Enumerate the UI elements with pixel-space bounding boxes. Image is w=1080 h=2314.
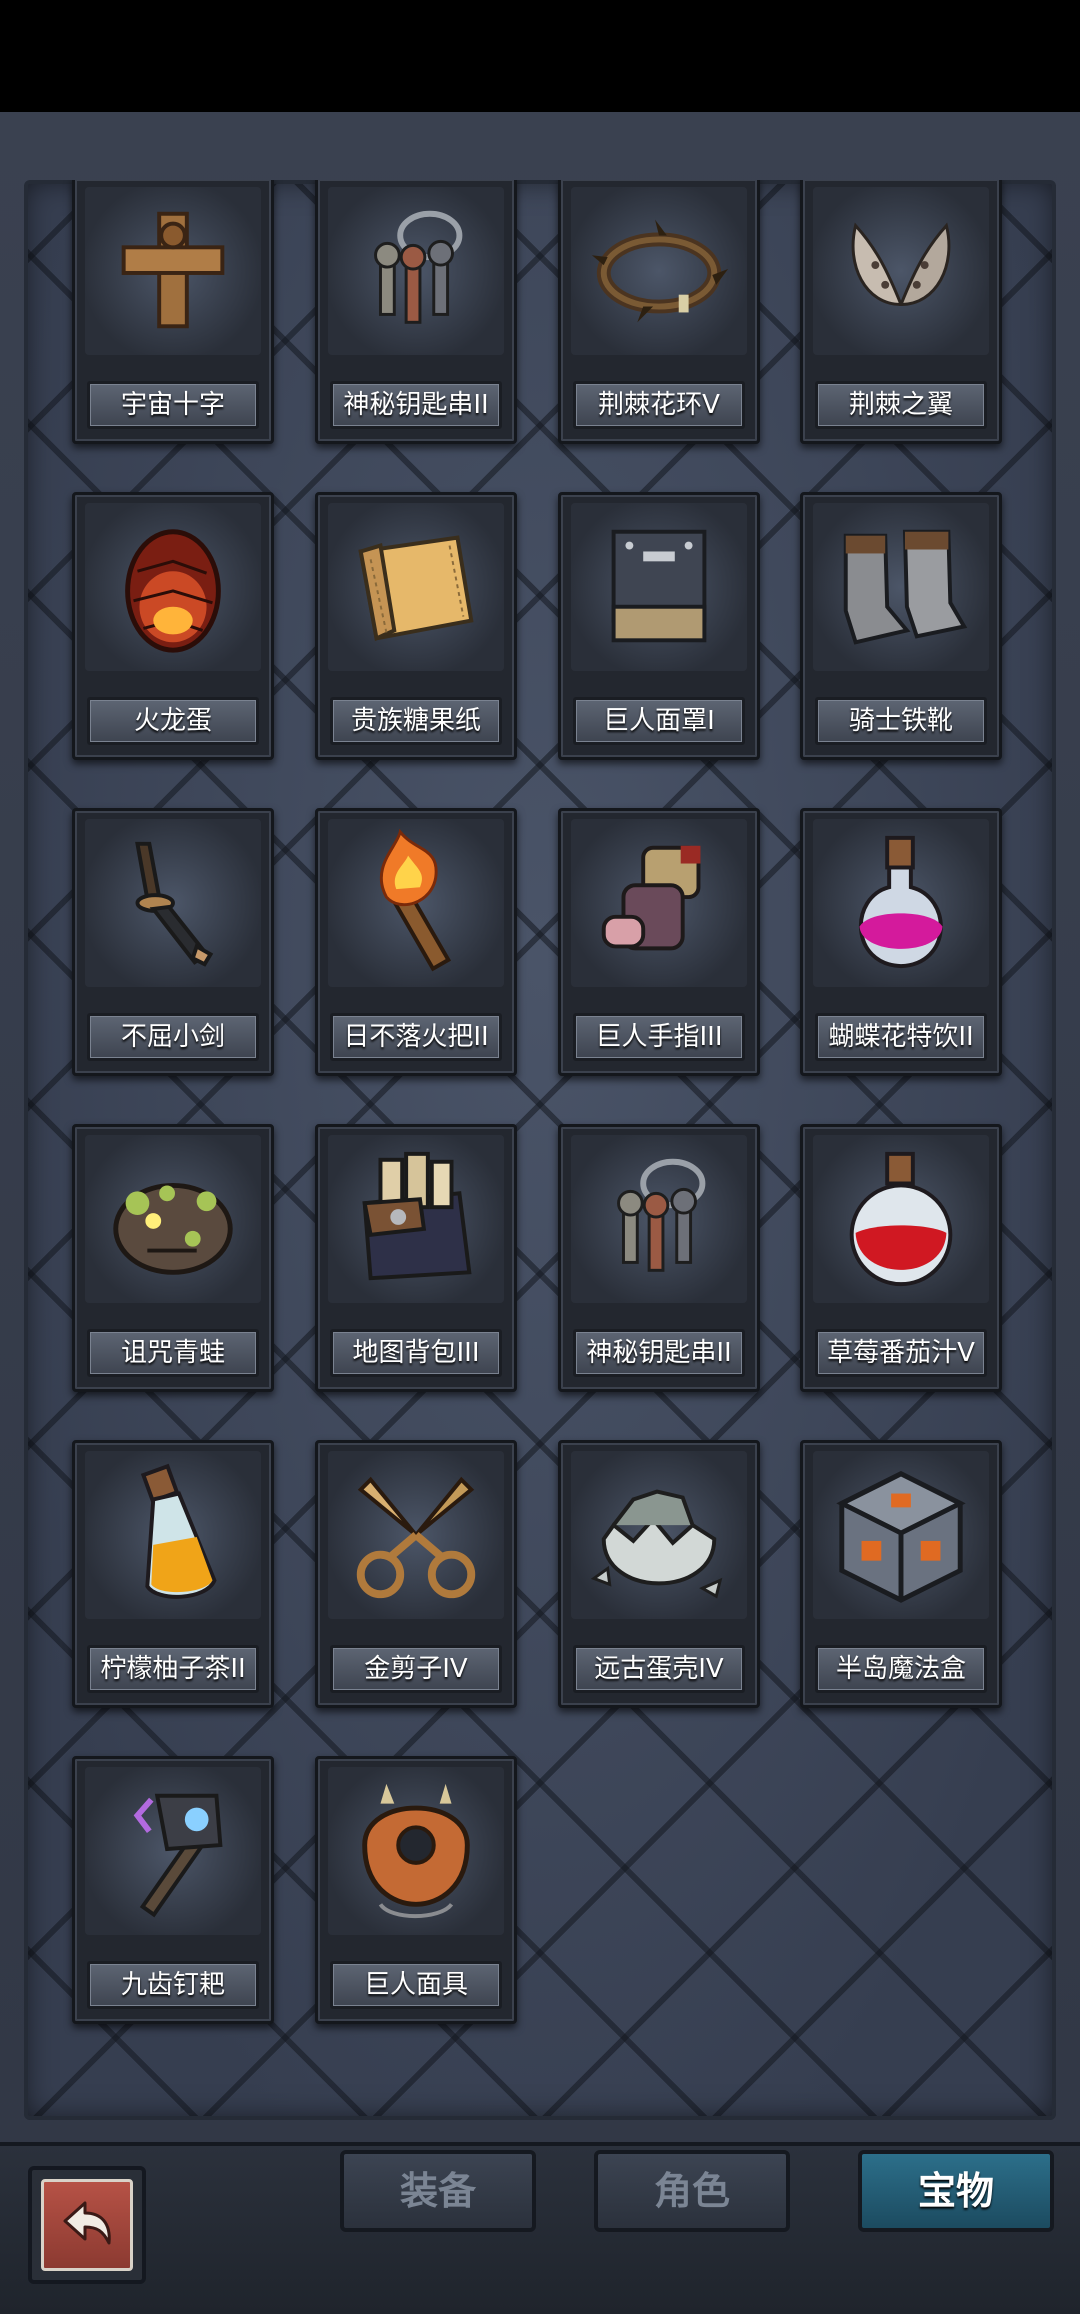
treasure-grid[interactable]: 宇宙十字 神秘钥匙串II 荆棘花环V 荆棘之翼 火龙蛋 贵族糖果纸 巨人面罩I 骑士铁靴 不屈小…	[24, 180, 1056, 2120]
treasure-item[interactable]: 半岛魔法盒	[800, 1440, 1002, 1708]
treasure-item-label: 巨人面具	[330, 1961, 502, 2009]
treasure-item-label: 草莓番茄汁V	[815, 1329, 987, 1377]
back-arrow-icon	[41, 2179, 133, 2271]
treasure-item-label: 地图背包III	[330, 1329, 502, 1377]
ancient-eggshell-icon	[571, 1451, 747, 1619]
treasure-item[interactable]: 荆棘花环V	[558, 180, 760, 444]
treasure-item[interactable]: 不屈小剑	[72, 808, 274, 1076]
giant-mask-armor-icon	[571, 503, 747, 671]
red-potion-icon	[813, 1135, 989, 1303]
treasure-item[interactable]: 巨人面罩I	[558, 492, 760, 760]
fire-dragon-egg-icon	[85, 503, 261, 671]
cursed-frog-icon	[85, 1135, 261, 1303]
treasure-item-label: 九齿钉耙	[87, 1961, 259, 2009]
treasure-item[interactable]: 贵族糖果纸	[315, 492, 517, 760]
treasure-item-label: 不屈小剑	[87, 1013, 259, 1061]
yellow-potion-icon	[85, 1451, 261, 1619]
back-button[interactable]	[28, 2166, 146, 2284]
treasure-item[interactable]: 巨人面具	[315, 1756, 517, 2024]
treasure-item[interactable]: 草莓番茄汁V	[800, 1124, 1002, 1392]
treasure-item[interactable]: 地图背包III	[315, 1124, 517, 1392]
giant-mask-icon	[328, 1767, 504, 1935]
wooden-cross-icon	[85, 187, 261, 355]
treasure-item[interactable]: 神秘钥匙串II	[315, 180, 517, 444]
treasure-item[interactable]: 蝴蝶花特饮II	[800, 808, 1002, 1076]
treasure-item-label: 诅咒青蛙	[87, 1329, 259, 1377]
thorn-wings-icon	[813, 187, 989, 355]
treasure-item-label: 蝴蝶花特饮II	[815, 1013, 987, 1061]
treasure-item[interactable]: 诅咒青蛙	[72, 1124, 274, 1392]
treasure-item-label: 柠檬柚子茶II	[87, 1645, 259, 1693]
map-backpack-icon	[328, 1135, 504, 1303]
treasure-item[interactable]: 金剪子IV	[315, 1440, 517, 1708]
tab-equipment[interactable]: 装备	[340, 2150, 536, 2232]
golden-scissors-icon	[328, 1451, 504, 1619]
treasure-item-label: 神秘钥匙串II	[573, 1329, 745, 1377]
treasure-item[interactable]: 神秘钥匙串II	[558, 1124, 760, 1392]
torch-icon	[328, 819, 504, 987]
tab-character[interactable]: 角色	[594, 2150, 790, 2232]
treasure-item-label: 远古蛋壳IV	[573, 1645, 745, 1693]
nine-tooth-rake-icon	[85, 1767, 261, 1935]
treasure-item[interactable]: 巨人手指III	[558, 808, 760, 1076]
treasure-item[interactable]: 荆棘之翼	[800, 180, 1002, 444]
treasure-item-label: 巨人手指III	[573, 1013, 745, 1061]
key-ring-icon	[571, 1135, 747, 1303]
thorn-wreath-icon	[571, 187, 747, 355]
giant-finger-icon	[571, 819, 747, 987]
treasure-item-label: 火龙蛋	[87, 697, 259, 745]
treasure-item-label: 日不落火把II	[330, 1013, 502, 1061]
treasure-item-label: 贵族糖果纸	[330, 697, 502, 745]
purple-potion-icon	[813, 819, 989, 987]
treasure-item-label: 巨人面罩I	[573, 697, 745, 745]
key-ring-icon	[328, 187, 504, 355]
short-sword-icon	[85, 819, 261, 987]
treasure-item[interactable]: 柠檬柚子茶II	[72, 1440, 274, 1708]
candy-wrapper-icon	[328, 503, 504, 671]
treasure-item[interactable]: 骑士铁靴	[800, 492, 1002, 760]
magic-cube-icon	[813, 1451, 989, 1619]
treasure-item[interactable]: 九齿钉耙	[72, 1756, 274, 2024]
treasure-item-label: 宇宙十字	[87, 381, 259, 429]
treasure-item-label: 荆棘花环V	[573, 381, 745, 429]
treasure-item-label: 神秘钥匙串II	[330, 381, 502, 429]
treasure-item-label: 骑士铁靴	[815, 697, 987, 745]
treasure-item-label: 金剪子IV	[330, 1645, 502, 1693]
treasure-item[interactable]: 宇宙十字	[72, 180, 274, 444]
tab-treasure[interactable]: 宝物	[858, 2150, 1054, 2232]
knight-boots-icon	[813, 503, 989, 671]
treasure-item[interactable]: 远古蛋壳IV	[558, 1440, 760, 1708]
treasure-item-label: 半岛魔法盒	[815, 1645, 987, 1693]
treasure-item[interactable]: 日不落火把II	[315, 808, 517, 1076]
treasure-item-label: 荆棘之翼	[815, 381, 987, 429]
treasure-item[interactable]: 火龙蛋	[72, 492, 274, 760]
